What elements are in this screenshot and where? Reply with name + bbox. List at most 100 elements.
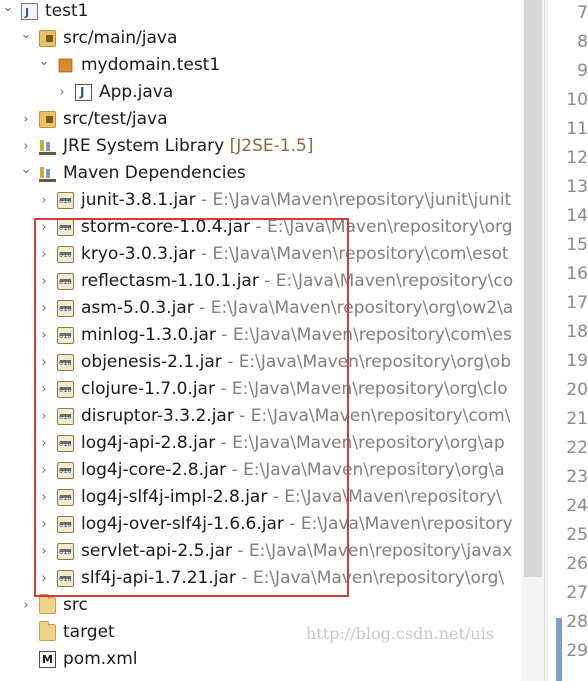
tree-item-label: junit-3.8.1.jar — [81, 190, 196, 210]
tree-row[interactable]: › log4j-slf4j-impl-2.8.jar - E:\Java\Mave… — [0, 484, 522, 512]
chevron-right-icon[interactable]: › — [37, 457, 51, 484]
chevron-right-icon[interactable]: › — [37, 295, 51, 322]
tree-item-label: Maven Dependencies — [63, 163, 246, 183]
package-icon — [58, 58, 73, 73]
tree-item-label: minlog-1.3.0.jar — [81, 325, 216, 345]
vertical-scrollbar[interactable] — [522, 0, 544, 681]
tree-row[interactable]: › log4j-over-slf4j-1.6.6.jar - E:\Java\Ma… — [0, 511, 522, 539]
tree-row[interactable]: › objenesis-2.1.jar - E:\Java\Maven\repos… — [0, 349, 522, 377]
tree-row[interactable]: › asm-5.0.3.jar - E:\Java\Maven\repositor… — [0, 295, 522, 323]
jar-icon — [57, 350, 74, 377]
tree-row[interactable]: › App.java — [0, 79, 522, 106]
chevron-right-icon[interactable]: › — [37, 376, 51, 403]
pom-file-icon — [39, 646, 56, 673]
chevron-down-icon[interactable]: ⌄ — [19, 25, 33, 52]
chevron-right-icon[interactable]: › — [19, 592, 33, 619]
source-folder-icon — [39, 111, 56, 128]
jar-path-label: - E:\Java\Maven\repository\com\esot — [195, 244, 509, 264]
tree-item-label: test1 — [45, 1, 89, 21]
chevron-right-icon[interactable]: › — [37, 565, 51, 592]
tree-row[interactable]: › log4j-api-2.8.jar - E:\Java\Maven\repos… — [0, 430, 522, 458]
chevron-right-icon[interactable]: › — [37, 268, 51, 295]
tree-row[interactable]: › servlet-api-2.5.jar - E:\Java\Maven\rep… — [0, 538, 522, 566]
tree-row[interactable]: › minlog-1.3.0.jar - E:\Java\Maven\reposi… — [0, 322, 522, 350]
project-icon — [21, 0, 38, 26]
tree-row[interactable]: ⌄ src/main/java — [0, 25, 522, 52]
tree-row[interactable]: › JRE System Library [J2SE-1.5] — [0, 133, 522, 160]
jar-path-label: - E:\Java\Maven\repository\org\ap — [215, 433, 505, 453]
line-number: 21 — [566, 409, 588, 429]
line-number: 9 — [577, 61, 588, 81]
line-number: 8 — [577, 32, 588, 52]
tree-item-label: pom.xml — [63, 649, 138, 669]
line-number: 12 — [566, 148, 588, 168]
tree-item-label: log4j-over-slf4j-1.6.6.jar — [81, 514, 284, 534]
jar-icon — [57, 512, 74, 539]
chevron-right-icon[interactable]: › — [19, 106, 33, 133]
jar-icon — [57, 539, 74, 566]
jar-path-label: - E:\Java\Maven\repository\org\ow2\a — [193, 298, 514, 318]
tree-item-label: mydomain.test1 — [81, 55, 221, 75]
line-number: 26 — [566, 554, 588, 574]
tree-item-label: kryo-3.0.3.jar — [81, 244, 196, 264]
folder-icon — [39, 594, 56, 614]
line-number: 11 — [566, 119, 588, 139]
jar-icon — [57, 296, 74, 323]
editor-ruler-mark — [556, 618, 562, 681]
chevron-right-icon[interactable]: › — [37, 484, 51, 511]
jar-path-label: - E:\Java\Maven\repository\org\ob — [221, 352, 512, 372]
tree-row[interactable]: › src/test/java — [0, 106, 522, 133]
line-number: 10 — [566, 90, 588, 110]
tree-item-label: log4j-core-2.8.jar — [81, 460, 227, 480]
tree-row[interactable]: ⌄ mydomain.test1 — [0, 52, 522, 79]
tree-row[interactable]: › disruptor-3.3.2.jar - E:\Java\Maven\rep… — [0, 403, 522, 431]
tree-row[interactable]: ⌄ test1 — [0, 0, 522, 26]
jar-icon — [57, 566, 74, 593]
tree-item-label: reflectasm-1.10.1.jar — [81, 271, 259, 291]
line-number: 19 — [566, 351, 588, 371]
chevron-right-icon[interactable]: › — [37, 322, 51, 349]
tree-row[interactable]: › log4j-core-2.8.jar - E:\Java\Maven\repo… — [0, 457, 522, 485]
chevron-right-icon[interactable]: › — [37, 538, 51, 565]
jar-path-label: - E:\Java\Maven\repository\org\clo — [214, 379, 508, 399]
chevron-down-icon[interactable]: ⌄ — [1, 0, 15, 25]
jar-path-label: - E:\Java\Maven\repository\org\a — [226, 460, 505, 480]
tree-item-label: clojure-1.7.0.jar — [81, 379, 215, 399]
project-explorer-tree: ⌄ test1 ⌄ src/main/java ⌄ mydomain.test1 › App.… — [0, 0, 522, 681]
chevron-right-icon[interactable]: › — [19, 133, 33, 160]
tree-row[interactable]: ⌄ Maven Dependencies — [0, 160, 522, 187]
tree-item-label: src/test/java — [63, 109, 168, 129]
tree-item-label: src/main/java — [63, 28, 178, 48]
tree-row[interactable]: › kryo-3.0.3.jar - E:\Java\Maven\reposito… — [0, 241, 522, 269]
line-number: 18 — [566, 322, 588, 342]
library-icon — [39, 138, 56, 155]
tree-row[interactable]: › src — [0, 592, 522, 619]
jar-icon — [57, 431, 74, 458]
editor-margin — [548, 0, 556, 681]
jar-icon — [57, 215, 74, 242]
chevron-right-icon[interactable]: › — [37, 241, 51, 268]
line-number: 27 — [566, 583, 588, 603]
tree-item-label: log4j-slf4j-impl-2.8.jar — [81, 487, 268, 507]
chevron-right-icon[interactable]: › — [55, 79, 69, 106]
line-number: 17 — [566, 293, 588, 313]
chevron-right-icon[interactable]: › — [37, 187, 51, 214]
tree-row[interactable]: › junit-3.8.1.jar - E:\Java\Maven\reposit… — [0, 187, 522, 215]
tree-row[interactable]: › reflectasm-1.10.1.jar - E:\Java\Maven\r… — [0, 268, 522, 296]
chevron-down-icon[interactable]: ⌄ — [19, 160, 33, 187]
line-number: 14 — [566, 206, 588, 226]
chevron-right-icon[interactable]: › — [37, 430, 51, 457]
chevron-right-icon[interactable]: › — [37, 403, 51, 430]
tree-row[interactable]: › storm-core-1.0.4.jar - E:\Java\Maven\re… — [0, 214, 522, 242]
chevron-right-icon[interactable]: › — [37, 349, 51, 376]
tree-row[interactable]: › slf4j-api-1.7.21.jar - E:\Java\Maven\re… — [0, 565, 522, 593]
line-number: 20 — [566, 380, 588, 400]
line-number: 22 — [566, 438, 588, 458]
scrollbar-thumb[interactable] — [524, 0, 542, 577]
chevron-down-icon[interactable]: ⌄ — [37, 52, 51, 79]
jar-path-label: - E:\Java\Maven\repository\org — [250, 217, 513, 237]
tree-row[interactable]: › clojure-1.7.0.jar - E:\Java\Maven\repos… — [0, 376, 522, 404]
chevron-right-icon[interactable]: › — [37, 214, 51, 241]
chevron-right-icon[interactable]: › — [37, 511, 51, 538]
tree-row[interactable]: pom.xml — [0, 646, 522, 673]
